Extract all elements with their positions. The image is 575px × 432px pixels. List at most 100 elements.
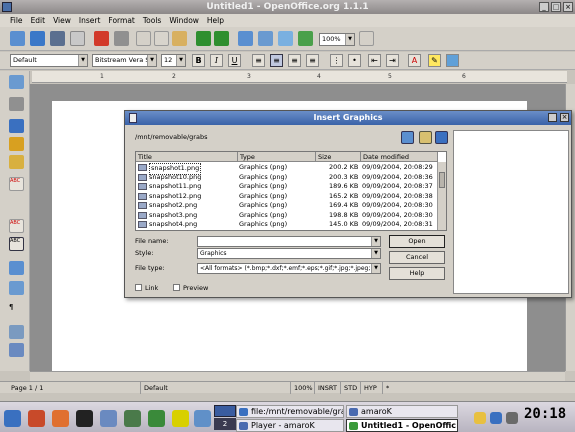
online-layout-icon[interactable] bbox=[9, 343, 24, 357]
paste-icon[interactable] bbox=[172, 31, 187, 46]
horizontal-scrollbar[interactable] bbox=[30, 371, 565, 381]
form-icon[interactable] bbox=[9, 155, 24, 169]
font-size-select[interactable]: 12 ▼ bbox=[161, 54, 186, 67]
column-size[interactable]: Size bbox=[316, 152, 361, 162]
volume-icon[interactable] bbox=[506, 412, 518, 424]
file-row[interactable]: snapshot2.png Graphics (png) 169.4 KB 09/09… bbox=[136, 201, 438, 211]
window-titlebar[interactable]: Untitled1 - OpenOffice.org 1.1.1 _ □ × bbox=[0, 0, 575, 14]
close-button[interactable]: × bbox=[563, 2, 573, 12]
gallery-icon[interactable] bbox=[298, 31, 313, 46]
decrease-indent-button[interactable]: ⇤ bbox=[368, 54, 381, 67]
chevron-down-icon[interactable]: ▼ bbox=[78, 55, 87, 66]
dialog-titlebar[interactable]: Insert Graphics × bbox=[125, 111, 571, 125]
background-color-icon[interactable] bbox=[446, 54, 459, 67]
mail-icon[interactable] bbox=[70, 31, 85, 46]
hyperlink-icon[interactable] bbox=[238, 31, 253, 46]
hyperlink-mode[interactable]: HYP bbox=[360, 382, 377, 394]
column-date[interactable]: Date modified bbox=[361, 152, 438, 162]
klipper-icon[interactable] bbox=[474, 412, 486, 424]
insert-fields-icon[interactable] bbox=[9, 97, 24, 111]
scrollbar-thumb[interactable] bbox=[439, 172, 445, 188]
graphics-off-icon[interactable] bbox=[9, 325, 24, 339]
horizontal-ruler[interactable]: 1 2 3 4 5 6 bbox=[32, 71, 567, 83]
copy-icon[interactable] bbox=[154, 31, 169, 46]
app-icon[interactable] bbox=[2, 2, 12, 12]
font-color-icon[interactable]: A bbox=[408, 54, 421, 67]
column-type[interactable]: Type bbox=[238, 152, 316, 162]
new-folder-icon[interactable] bbox=[419, 131, 432, 144]
italic-button[interactable]: I bbox=[210, 54, 223, 67]
konqueror-icon[interactable] bbox=[28, 410, 45, 427]
file-row[interactable]: snapshot3.png Graphics (png) 198.8 KB 09/09… bbox=[136, 211, 438, 221]
text-cursor-icon[interactable] bbox=[9, 197, 24, 211]
highlight-icon[interactable]: ✎ bbox=[428, 54, 441, 67]
task-player-amarok[interactable]: Player - amaroK bbox=[236, 419, 344, 432]
insert-object-icon[interactable] bbox=[9, 119, 24, 133]
page-style[interactable]: Default bbox=[140, 382, 168, 394]
undo-icon[interactable] bbox=[196, 31, 211, 46]
menu-window[interactable]: Window bbox=[169, 14, 199, 27]
bullets-button[interactable]: • bbox=[348, 54, 361, 67]
cut-icon[interactable] bbox=[136, 31, 151, 46]
font-name-select[interactable]: Bitstream Vera S ▼ bbox=[92, 54, 157, 67]
align-center-button[interactable]: ≡ bbox=[270, 54, 283, 67]
file-list-scrollbar[interactable] bbox=[437, 162, 446, 230]
menu-help[interactable]: Help bbox=[207, 14, 224, 27]
paragraph-style-select[interactable]: Default ▼ bbox=[10, 54, 88, 67]
autospell-active-icon[interactable]: ABC bbox=[9, 237, 24, 251]
underline-button[interactable]: U bbox=[228, 54, 241, 67]
spellcheck-icon[interactable]: ABC bbox=[9, 219, 24, 233]
bold-button[interactable]: B bbox=[192, 54, 205, 67]
align-left-button[interactable]: ≡ bbox=[252, 54, 265, 67]
numbering-button[interactable]: ⋮ bbox=[330, 54, 343, 67]
menu-file[interactable]: File bbox=[10, 14, 23, 27]
nonprinting-chars-icon[interactable]: ¶ bbox=[9, 303, 24, 317]
column-title[interactable]: Title bbox=[136, 152, 238, 162]
desktop-pager-icon[interactable] bbox=[194, 410, 211, 427]
style-select[interactable]: Graphics ▼ bbox=[197, 248, 381, 259]
file-row[interactable]: snapshot12.png Graphics (png) 165.2 KB 09/0… bbox=[136, 192, 438, 202]
task-file-manager[interactable]: file:/mnt/removable/gra bbox=[236, 405, 344, 418]
menu-view[interactable]: View bbox=[53, 14, 71, 27]
minimize-button[interactable]: _ bbox=[539, 2, 549, 12]
calc-icon[interactable] bbox=[148, 410, 165, 427]
open-icon[interactable] bbox=[30, 31, 45, 46]
kde-menu-icon[interactable] bbox=[4, 410, 21, 427]
insert-mode[interactable]: INSRT bbox=[314, 382, 337, 394]
clock[interactable]: 20:18 bbox=[524, 406, 566, 422]
justify-button[interactable]: ≡ bbox=[306, 54, 319, 67]
menu-format[interactable]: Format bbox=[108, 14, 134, 27]
increase-indent-button[interactable]: ⇥ bbox=[386, 54, 399, 67]
chevron-down-icon[interactable]: ▼ bbox=[345, 34, 354, 45]
autospellcheck-icon[interactable]: ABC bbox=[9, 177, 24, 191]
table-icon[interactable] bbox=[258, 31, 273, 46]
maximize-button[interactable] bbox=[548, 113, 557, 122]
menu-insert[interactable]: Insert bbox=[79, 14, 101, 27]
link-checkbox[interactable] bbox=[135, 284, 142, 291]
navigator-icon[interactable] bbox=[278, 31, 293, 46]
align-right-button[interactable]: ≡ bbox=[288, 54, 301, 67]
print-icon[interactable] bbox=[114, 31, 129, 46]
help-icon[interactable] bbox=[359, 31, 374, 46]
task-amarok[interactable]: amaroK bbox=[346, 405, 458, 418]
chevron-down-icon[interactable]: ▼ bbox=[371, 264, 380, 273]
chevron-down-icon[interactable]: ▼ bbox=[371, 237, 380, 246]
find-replace-icon[interactable] bbox=[9, 261, 24, 275]
menu-tools[interactable]: Tools bbox=[143, 14, 161, 27]
help-button[interactable]: Help bbox=[389, 267, 445, 280]
chevron-down-icon[interactable]: ▼ bbox=[176, 55, 185, 66]
close-button[interactable]: × bbox=[560, 113, 569, 122]
chevron-down-icon[interactable]: ▼ bbox=[371, 249, 380, 258]
chevron-down-icon[interactable]: ▼ bbox=[147, 55, 156, 66]
edit-file-icon[interactable] bbox=[10, 31, 25, 46]
draw-app-icon[interactable] bbox=[172, 410, 189, 427]
cancel-button[interactable]: Cancel bbox=[389, 251, 445, 264]
maximize-button[interactable]: □ bbox=[551, 2, 561, 12]
redo-icon[interactable] bbox=[214, 31, 229, 46]
file-name-input[interactable]: ▼ bbox=[197, 236, 381, 247]
zoom-indicator[interactable]: 100% bbox=[290, 382, 313, 394]
file-row[interactable]: snapshot1.png Graphics (png) 200.2 KB 09/09… bbox=[136, 163, 438, 175]
insert-icon[interactable] bbox=[9, 75, 24, 89]
datasources-icon[interactable] bbox=[9, 281, 24, 295]
menu-edit[interactable]: Edit bbox=[31, 14, 46, 27]
